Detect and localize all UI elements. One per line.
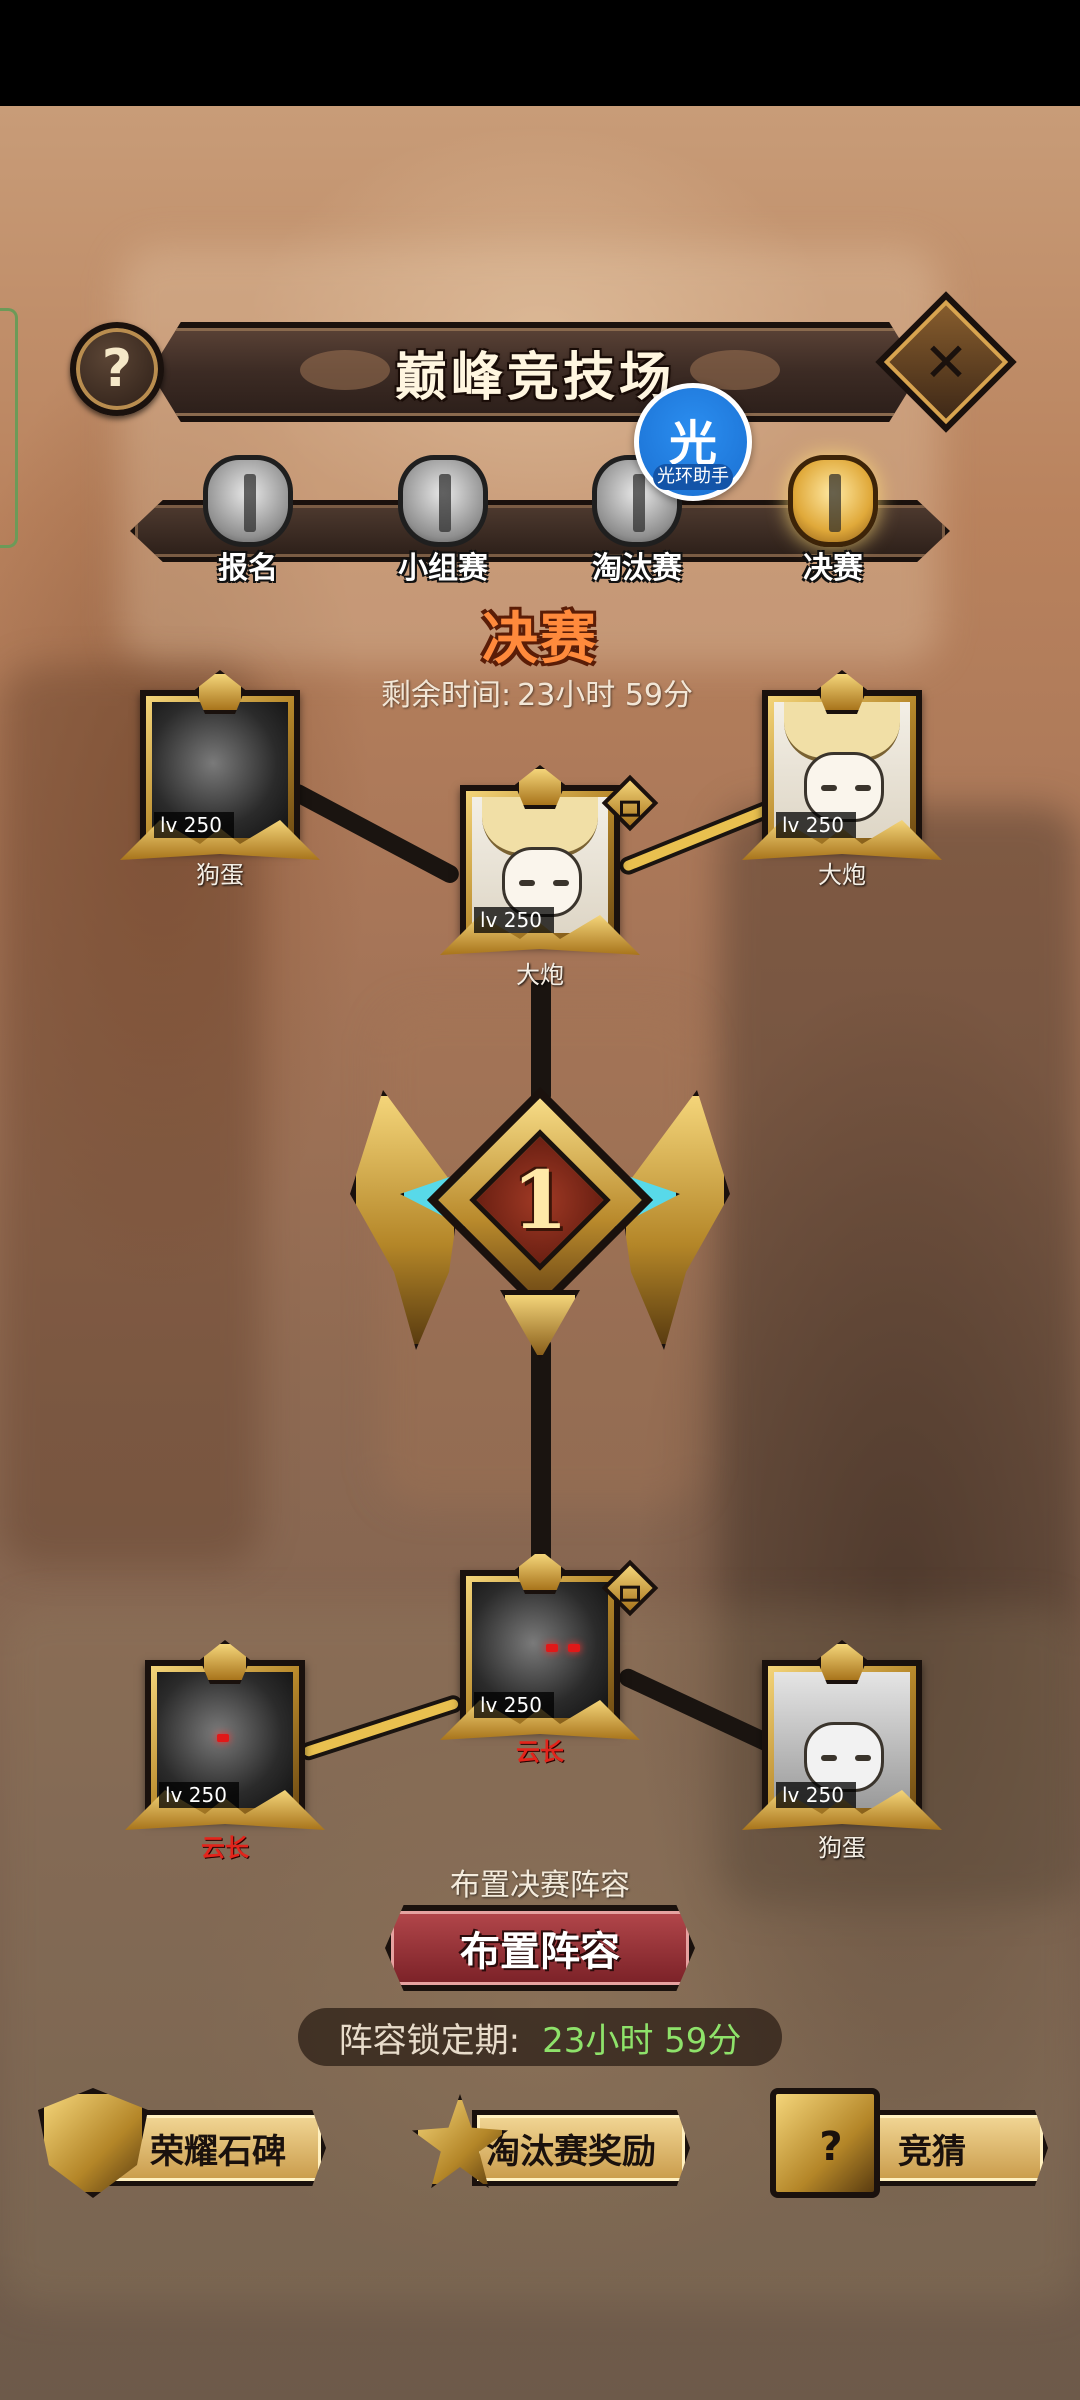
tab-label: 报名 xyxy=(218,551,278,586)
crest-icon xyxy=(817,670,867,714)
trophy-horn-left xyxy=(350,1090,460,1350)
question-icon: ? xyxy=(101,339,133,399)
player-card-top-winner[interactable]: lv 250 大炮 xyxy=(440,765,659,995)
help-button[interactable]: ? xyxy=(70,322,164,416)
tab-label: 小组赛 xyxy=(398,551,488,586)
remaining-time-label: 剩余时间: xyxy=(381,678,512,713)
tab-label: 决赛 xyxy=(803,551,863,586)
setup-hint: 布置决赛阵容 xyxy=(450,1868,630,1903)
stage-heading: 决赛 xyxy=(482,607,598,672)
champion-trophy: 1 xyxy=(350,1080,730,1370)
player-name: 云长 xyxy=(516,1738,564,1766)
page-title: 巅峰竞技场 xyxy=(394,347,675,408)
lock-period-label: 阵容锁定期: xyxy=(338,2020,521,2061)
crest-icon xyxy=(200,1640,250,1684)
tab-label: 淘汰赛 xyxy=(592,551,682,586)
avatar-eye xyxy=(568,1644,580,1652)
tab-group-stage[interactable]: 小组赛 xyxy=(383,455,503,586)
player-level: lv 250 xyxy=(474,1692,554,1718)
button-label: 荣耀石碑 xyxy=(150,2131,286,2172)
avatar-eye xyxy=(855,785,871,791)
player-card-top-left[interactable]: lv 250 狗蛋 xyxy=(120,670,320,900)
tab-signup[interactable]: 报名 xyxy=(188,455,308,586)
crest-icon xyxy=(515,765,565,809)
button-label: 淘汰赛奖励 xyxy=(486,2131,656,2172)
player-name: 大炮 xyxy=(818,861,866,889)
assistant-float-button[interactable]: 光 光环助手 xyxy=(634,383,752,501)
trophy-base xyxy=(500,1290,580,1360)
button-label: 竞猜 xyxy=(898,2131,966,2172)
player-name: 狗蛋 xyxy=(196,861,244,889)
close-icon[interactable]: ✕ xyxy=(896,312,996,412)
remaining-time: 剩余时间: 23小时 59分 xyxy=(340,670,740,714)
trophy-rank: 1 xyxy=(512,1153,568,1247)
player-name: 云长 xyxy=(201,1834,249,1862)
group-stage-emblem-icon xyxy=(398,455,488,547)
lock-period-value: 23小时 59分 xyxy=(542,2020,742,2061)
player-level: lv 250 xyxy=(776,812,856,838)
player-card-top-right[interactable]: lv 250 大炮 xyxy=(742,670,942,900)
avatar-eye xyxy=(546,1644,558,1652)
setup-lineup-button-label[interactable]: 布置阵容 xyxy=(385,1905,695,1991)
honor-stele-button[interactable]: 荣耀石碑 xyxy=(38,2088,328,2198)
tab-final[interactable]: 决赛 xyxy=(773,455,893,586)
knockout-reward-button[interactable]: 淘汰赛奖励 xyxy=(412,2088,692,2198)
trophy-horn-right xyxy=(620,1090,730,1350)
avatar-eye xyxy=(855,1755,871,1761)
side-edge-handle[interactable] xyxy=(0,308,18,548)
guess-button[interactable]: 竞猜 ? xyxy=(770,2088,1050,2198)
player-level: lv 250 xyxy=(154,812,234,838)
mystery-box-icon: ? xyxy=(770,2088,880,2198)
player-level: lv 250 xyxy=(474,907,554,933)
player-name: 大炮 xyxy=(516,961,564,989)
crest-icon xyxy=(817,1640,867,1684)
status-bar xyxy=(0,0,1080,106)
signup-emblem-icon xyxy=(203,455,293,547)
final-emblem-icon xyxy=(788,455,878,547)
question-icon: ? xyxy=(819,2124,843,2170)
avatar-eye xyxy=(821,785,837,791)
bracket-line xyxy=(531,1340,551,1570)
player-card-bottom-right[interactable]: lv 250 狗蛋 xyxy=(742,1640,942,1870)
player-level: lv 250 xyxy=(159,1782,239,1808)
player-card-bottom-winner[interactable]: lv 250 云长 xyxy=(440,1550,659,1780)
player-level: lv 250 xyxy=(776,1782,856,1808)
assistant-caption: 光环助手 xyxy=(653,464,733,490)
crest-icon xyxy=(195,670,245,714)
player-card-bottom-left[interactable]: lv 250 云长 xyxy=(125,1640,325,1870)
remaining-time-value: 23小时 59分 xyxy=(517,678,693,713)
avatar-eye xyxy=(217,1734,229,1742)
lineup-lock-period: 阵容锁定期: 23小时 59分 xyxy=(298,2008,782,2066)
crest-icon xyxy=(515,1550,565,1594)
avatar-eye xyxy=(519,880,535,886)
avatar-eye xyxy=(553,880,569,886)
player-name: 狗蛋 xyxy=(818,1834,866,1862)
avatar-eye xyxy=(821,1755,837,1761)
